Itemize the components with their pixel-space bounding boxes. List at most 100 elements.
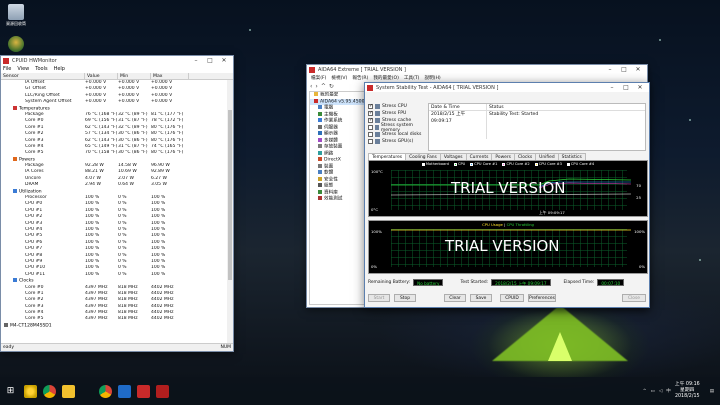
app-running-icon[interactable] [118, 384, 131, 398]
stress-checkbox[interactable] [368, 110, 373, 116]
tree-item-label: 電腦 [324, 105, 334, 111]
menu-favorites[interactable]: 我的最愛(O) [373, 75, 399, 81]
maximize-button[interactable]: □ [619, 84, 633, 91]
stress-option-label: Stress FPU [382, 111, 407, 116]
maximize-button[interactable]: □ [617, 66, 631, 73]
thermometer-icon [13, 105, 17, 110]
scrollbar-thumb[interactable] [228, 110, 232, 280]
stress-checkbox[interactable] [368, 117, 373, 123]
chrome-running-icon[interactable] [99, 384, 112, 398]
file-explorer-icon[interactable] [62, 384, 75, 398]
recycle-bin-icon [8, 4, 24, 20]
menu-view[interactable]: 檢視(V) [331, 75, 347, 81]
preferences-button[interactable]: Preferences [528, 294, 556, 302]
directx-icon [318, 157, 322, 161]
component-icon [375, 111, 380, 116]
tab-temperatures[interactable]: Temperatures [368, 153, 407, 160]
stress-checkbox[interactable] [368, 139, 373, 144]
favorites-star-icon[interactable] [24, 384, 37, 398]
stress-option-label: Stress system memory [380, 122, 414, 133]
clock-date: 2018/2/15 [674, 394, 700, 399]
clock[interactable]: 上午 09:16 星期四 2018/2/15 [675, 382, 700, 400]
chrome-icon[interactable] [43, 384, 56, 398]
back-icon[interactable]: ‹ [310, 83, 312, 90]
sensor-group-row[interactable]: M4-CT128M4SSD1 [1, 322, 227, 329]
tab-powers[interactable]: Powers [491, 153, 515, 160]
close-button[interactable]: ✕ [217, 57, 231, 64]
tray-chevron-icon[interactable]: ^ [643, 389, 647, 394]
start-button[interactable]: Start [368, 294, 390, 302]
stability-test-window[interactable]: System Stability Test - AIDA64 [ TRIAL V… [364, 82, 650, 308]
forward-icon[interactable]: › [315, 83, 317, 90]
sensor-min [118, 323, 151, 329]
started-value: 2018/2/15 上午 09:09:17 [491, 279, 551, 286]
minimize-button[interactable]: – [189, 57, 203, 64]
tab-clocks[interactable]: Clocks [513, 153, 537, 160]
tree-item-label: 組態 [324, 183, 334, 189]
tab-voltages[interactable]: Voltages [439, 153, 467, 160]
menu-file[interactable]: 檔案(F) [311, 75, 326, 81]
close-button[interactable]: ✕ [633, 84, 647, 91]
desktop-icon-label: 資源回收筒 [6, 21, 26, 26]
sensor-name-text: Processor [25, 195, 47, 201]
hwmonitor-titlebar[interactable]: CPUID HWMonitor – □ ✕ [1, 56, 233, 65]
taskbar: ⊞ ^ ▭ ◁ 中 上午 09:16 星期四 2018/2/15 ▤ [0, 377, 720, 405]
header-sensor[interactable]: Sensor [1, 73, 85, 79]
start-button[interactable]: ⊞ [3, 384, 18, 399]
tab-statistics[interactable]: Statistics [557, 153, 586, 160]
temperature-graph: Motherboard CPU CPU Core #1 CPU Core #2 CPU … [368, 160, 648, 217]
menu-file[interactable]: File [3, 66, 11, 72]
motherboard-icon [318, 111, 322, 116]
elapsed-label: Elapsed Time: [563, 280, 595, 285]
notification-icon[interactable]: ▤ [710, 389, 714, 394]
menu-report[interactable]: 報告(R) [352, 75, 368, 81]
tab-currents[interactable]: Currents [465, 153, 493, 160]
tab-cooling-fans[interactable]: Cooling Fans [405, 153, 441, 160]
header-min[interactable]: Min [118, 73, 151, 79]
close-dialog-button[interactable]: Close [622, 294, 646, 302]
cpuid-button[interactable]: CPUID [500, 294, 524, 302]
elapsed-value: 00:07:10 [597, 279, 625, 286]
stress-checkbox[interactable] [368, 125, 373, 130]
menu-tools[interactable]: Tools [35, 66, 47, 72]
desktop-icon-recycle-bin[interactable]: 資源回收筒 [2, 4, 30, 27]
refresh-icon[interactable]: ↻ [329, 83, 334, 90]
up-icon[interactable]: ^ [321, 83, 326, 90]
menu-help[interactable]: Help [54, 66, 65, 72]
network-icon[interactable]: ▭ [651, 389, 655, 394]
sensor-name-text: Core #5 [25, 316, 44, 322]
sensor-name-text: Core #3 [25, 137, 44, 143]
vertical-scrollbar[interactable] [227, 80, 233, 343]
input-language[interactable]: 中 [666, 388, 671, 394]
menu-tools[interactable]: 工具(T) [404, 75, 420, 81]
battery-value: No battery [413, 279, 444, 286]
tree-item[interactable]: 效能測試 [310, 196, 366, 203]
desktop-icon-app[interactable] [2, 36, 30, 53]
sensor-name-text: Core #4 [25, 310, 44, 316]
close-button[interactable]: ✕ [631, 66, 645, 73]
tab-unified[interactable]: Unified [535, 153, 559, 160]
stress-checkbox[interactable] [368, 103, 373, 109]
minimize-button[interactable]: – [605, 84, 619, 91]
hwmonitor-window[interactable]: CPUID HWMonitor – □ ✕ File View Tools He… [0, 55, 234, 352]
sensor-name-text: Core #1 [25, 124, 44, 130]
os-icon [318, 118, 322, 122]
tree-item-label: 資料庫 [324, 190, 338, 195]
volume-icon[interactable]: ◁ [659, 389, 662, 394]
clear-button[interactable]: Clear [444, 294, 466, 302]
stop-button[interactable]: Stop [394, 294, 416, 302]
stress-checkbox[interactable] [368, 132, 373, 137]
menu-help[interactable]: 說明(H) [424, 75, 440, 81]
menu-view[interactable]: View [17, 66, 29, 72]
save-button[interactable]: Save [470, 294, 492, 302]
aida64-titlebar[interactable]: AIDA64 Extreme [ TRIAL VERSION ] – □ ✕ [307, 65, 647, 74]
hwmonitor-taskbar-icon[interactable] [137, 384, 150, 398]
tree-item-label: 網路 [324, 151, 334, 156]
header-value[interactable]: Value [85, 73, 118, 79]
aida64-taskbar-icon[interactable] [156, 384, 169, 398]
maximize-button[interactable]: □ [203, 57, 217, 64]
display-icon [318, 131, 322, 135]
header-max[interactable]: Max [151, 73, 189, 79]
minimize-button[interactable]: – [603, 66, 617, 73]
stability-titlebar[interactable]: System Stability Test - AIDA64 [ TRIAL V… [365, 83, 649, 92]
